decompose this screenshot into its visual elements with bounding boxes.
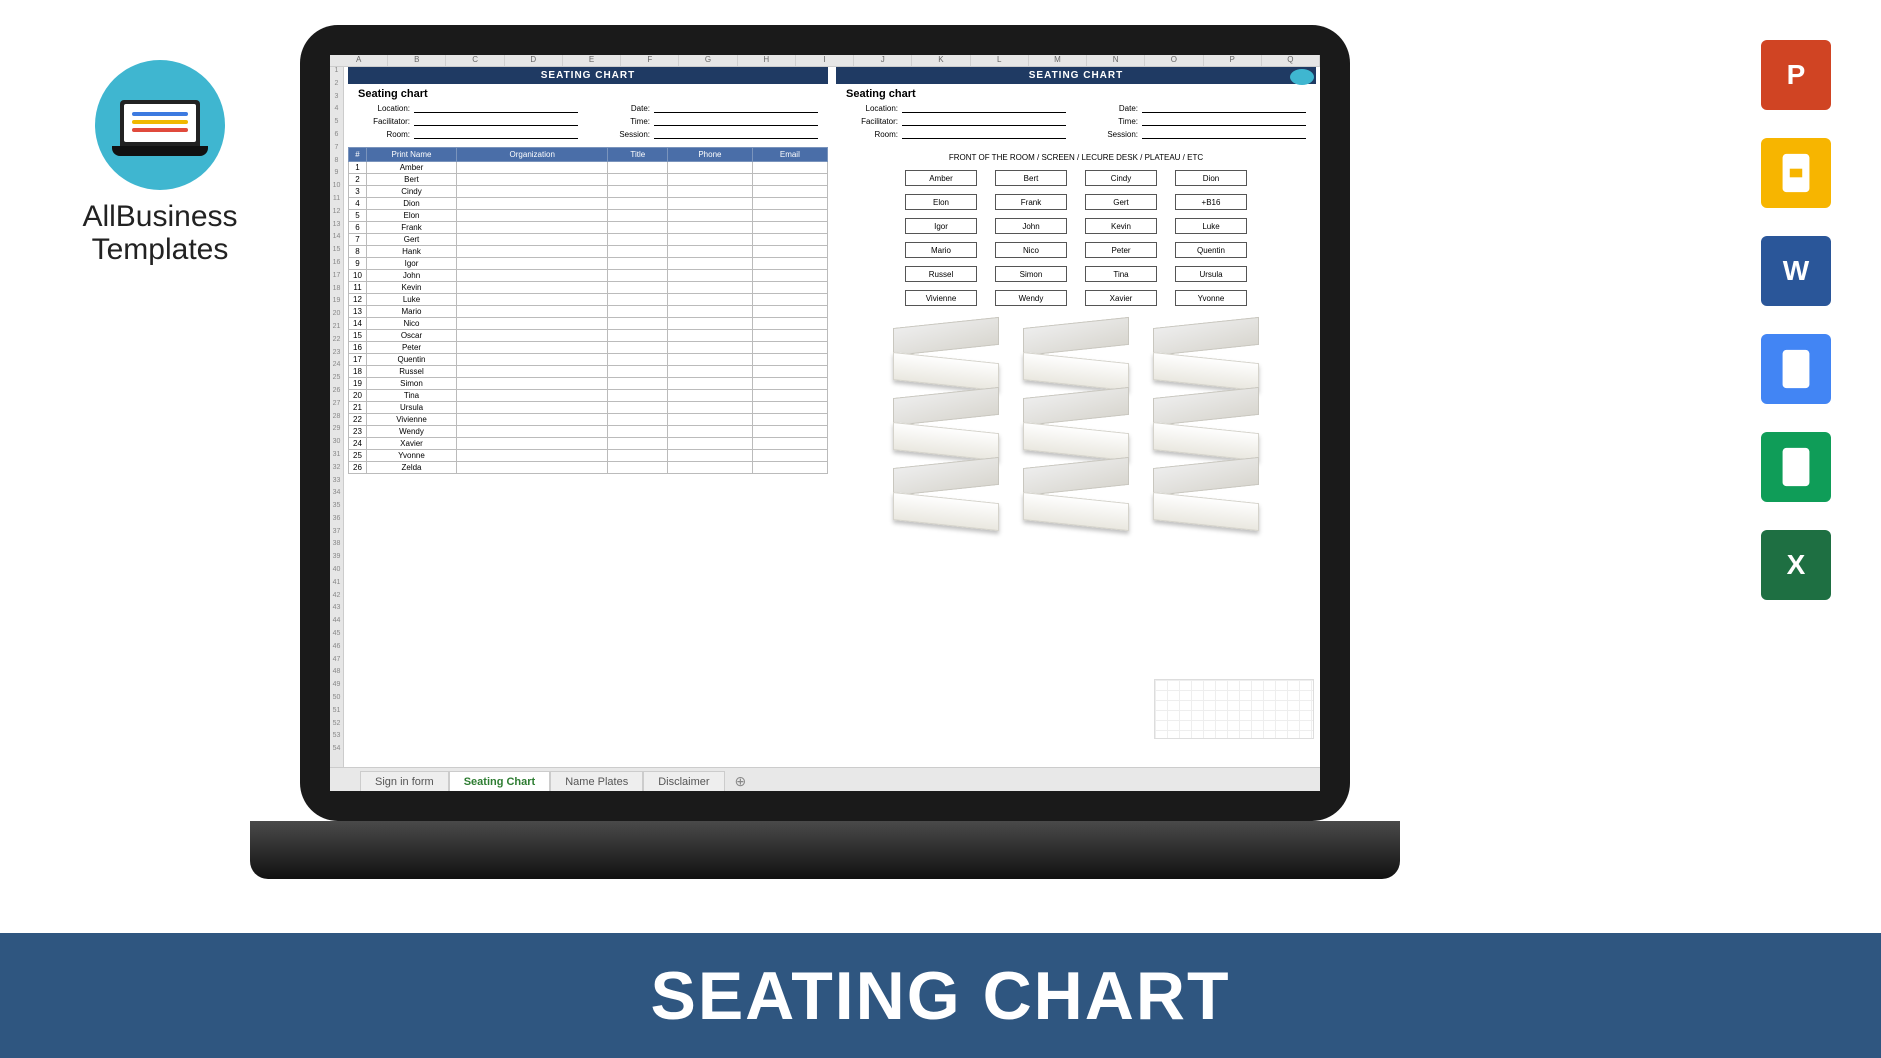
seat-box[interactable]: Russel — [905, 266, 977, 282]
add-sheet-button[interactable]: ⊕ — [725, 771, 757, 791]
seat-box[interactable]: Tina — [1085, 266, 1157, 282]
table-row[interactable]: 25Yvonne — [349, 450, 828, 462]
name-plate — [1023, 468, 1129, 520]
table-row[interactable]: 17Quentin — [349, 354, 828, 366]
table-row[interactable]: 1Amber — [349, 162, 828, 174]
empty-cells — [1154, 679, 1314, 739]
seat-box[interactable]: Quentin — [1175, 242, 1247, 258]
seat-box[interactable]: Amber — [905, 170, 977, 186]
seat-box[interactable]: Luke — [1175, 218, 1247, 234]
seat-box[interactable]: +B16 — [1175, 194, 1247, 210]
table-row[interactable]: 10John — [349, 270, 828, 282]
macbook-label: MacBook — [300, 842, 1350, 863]
table-row[interactable]: 11Kevin — [349, 282, 828, 294]
sheet-tab[interactable]: Sign in form — [360, 771, 449, 791]
seat-box[interactable]: Simon — [995, 266, 1067, 282]
name-plate — [893, 468, 999, 520]
row-headers: 1234567891011121314151617181920212223242… — [330, 67, 344, 767]
table-row[interactable]: 12Luke — [349, 294, 828, 306]
seat-box[interactable]: Dion — [1175, 170, 1247, 186]
table-row[interactable]: 22Vivienne — [349, 414, 828, 426]
seat-box[interactable]: Bert — [995, 170, 1067, 186]
name-plate — [1153, 328, 1259, 380]
right-subtitle: Seating chart — [836, 84, 1316, 102]
table-row[interactable]: 23Wendy — [349, 426, 828, 438]
table-row[interactable]: 7Gert — [349, 234, 828, 246]
table-row[interactable]: 26Zelda — [349, 462, 828, 474]
powerpoint-icon: P — [1761, 40, 1831, 110]
spreadsheet-screen: ABCDEFGHIJKLMNOPQ 1234567891011121314151… — [330, 55, 1320, 791]
right-pane: SEATING CHART Seating chart Location:Fac… — [832, 67, 1320, 767]
word-icon: W — [1761, 236, 1831, 306]
attendee-table: #Print NameOrganizationTitlePhoneEmail 1… — [348, 147, 828, 474]
name-plate — [1023, 398, 1129, 450]
google-sheets-icon — [1761, 432, 1831, 502]
footer-banner: SEATING CHART — [0, 933, 1881, 1058]
table-row[interactable]: 3Cindy — [349, 186, 828, 198]
table-row[interactable]: 13Mario — [349, 306, 828, 318]
table-row[interactable]: 2Bert — [349, 174, 828, 186]
column-headers: ABCDEFGHIJKLMNOPQ — [330, 55, 1320, 67]
name-plate — [893, 398, 999, 450]
excel-icon: X — [1761, 530, 1831, 600]
table-row[interactable]: 8Hank — [349, 246, 828, 258]
seat-box[interactable]: Wendy — [995, 290, 1067, 306]
google-slides-icon — [1761, 138, 1831, 208]
brand-text-2: Templates — [60, 233, 260, 266]
table-row[interactable]: 4Dion — [349, 198, 828, 210]
left-title: SEATING CHART — [348, 67, 828, 84]
left-subtitle: Seating chart — [348, 84, 828, 102]
seat-box[interactable]: Peter — [1085, 242, 1157, 258]
seat-box[interactable]: Yvonne — [1175, 290, 1247, 306]
table-row[interactable]: 14Nico — [349, 318, 828, 330]
app-icons: P W X — [1761, 40, 1831, 698]
seat-box[interactable]: Nico — [995, 242, 1067, 258]
seat-box[interactable]: Frank — [995, 194, 1067, 210]
table-row[interactable]: 5Elon — [349, 210, 828, 222]
seat-box[interactable]: Vivienne — [905, 290, 977, 306]
template-logo-icon — [1290, 69, 1314, 85]
brand-logo — [95, 60, 225, 190]
seat-box[interactable]: Igor — [905, 218, 977, 234]
left-pane: SEATING CHART Seating chart Location:Fac… — [344, 67, 832, 767]
table-row[interactable]: 18Russel — [349, 366, 828, 378]
table-row[interactable]: 21Ursula — [349, 402, 828, 414]
seat-box[interactable]: Kevin — [1085, 218, 1157, 234]
right-title: SEATING CHART — [836, 67, 1316, 84]
seat-box[interactable]: Gert — [1085, 194, 1157, 210]
sheet-tab[interactable]: Disclaimer — [643, 771, 724, 791]
sheet-tab[interactable]: Seating Chart — [449, 771, 551, 791]
front-of-room-label: FRONT OF THE ROOM / SCREEN / LECURE DESK… — [836, 147, 1316, 170]
name-plate — [1153, 468, 1259, 520]
seat-box[interactable]: Mario — [905, 242, 977, 258]
brand-text-1: AllBusiness — [60, 200, 260, 233]
seat-grid: Amber Bert Cindy Dion Elon Frank Gert +B16 Igor J… — [836, 170, 1316, 306]
seat-box[interactable]: Ursula — [1175, 266, 1247, 282]
table-row[interactable]: 20Tina — [349, 390, 828, 402]
brand-block: AllBusiness Templates — [60, 60, 260, 266]
sheet-tabs: Sign in formSeating ChartName PlatesDisc… — [330, 767, 1320, 791]
table-row[interactable]: 6Frank — [349, 222, 828, 234]
name-plate — [1153, 398, 1259, 450]
macbook-frame: MacBook ABCDEFGHIJKLMNOPQ 12345678910111… — [300, 25, 1350, 821]
seat-box[interactable]: Xavier — [1085, 290, 1157, 306]
seat-box[interactable]: Cindy — [1085, 170, 1157, 186]
table-row[interactable]: 15Oscar — [349, 330, 828, 342]
seat-box[interactable]: Elon — [905, 194, 977, 210]
name-plate — [1023, 328, 1129, 380]
sheet-tab[interactable]: Name Plates — [550, 771, 643, 791]
table-row[interactable]: 24Xavier — [349, 438, 828, 450]
seat-box[interactable]: John — [995, 218, 1067, 234]
google-docs-icon — [1761, 334, 1831, 404]
name-plates — [836, 306, 1316, 520]
table-row[interactable]: 16Peter — [349, 342, 828, 354]
table-row[interactable]: 19Simon — [349, 378, 828, 390]
dropbox-icon — [1761, 628, 1831, 698]
name-plate — [893, 328, 999, 380]
table-row[interactable]: 9Igor — [349, 258, 828, 270]
